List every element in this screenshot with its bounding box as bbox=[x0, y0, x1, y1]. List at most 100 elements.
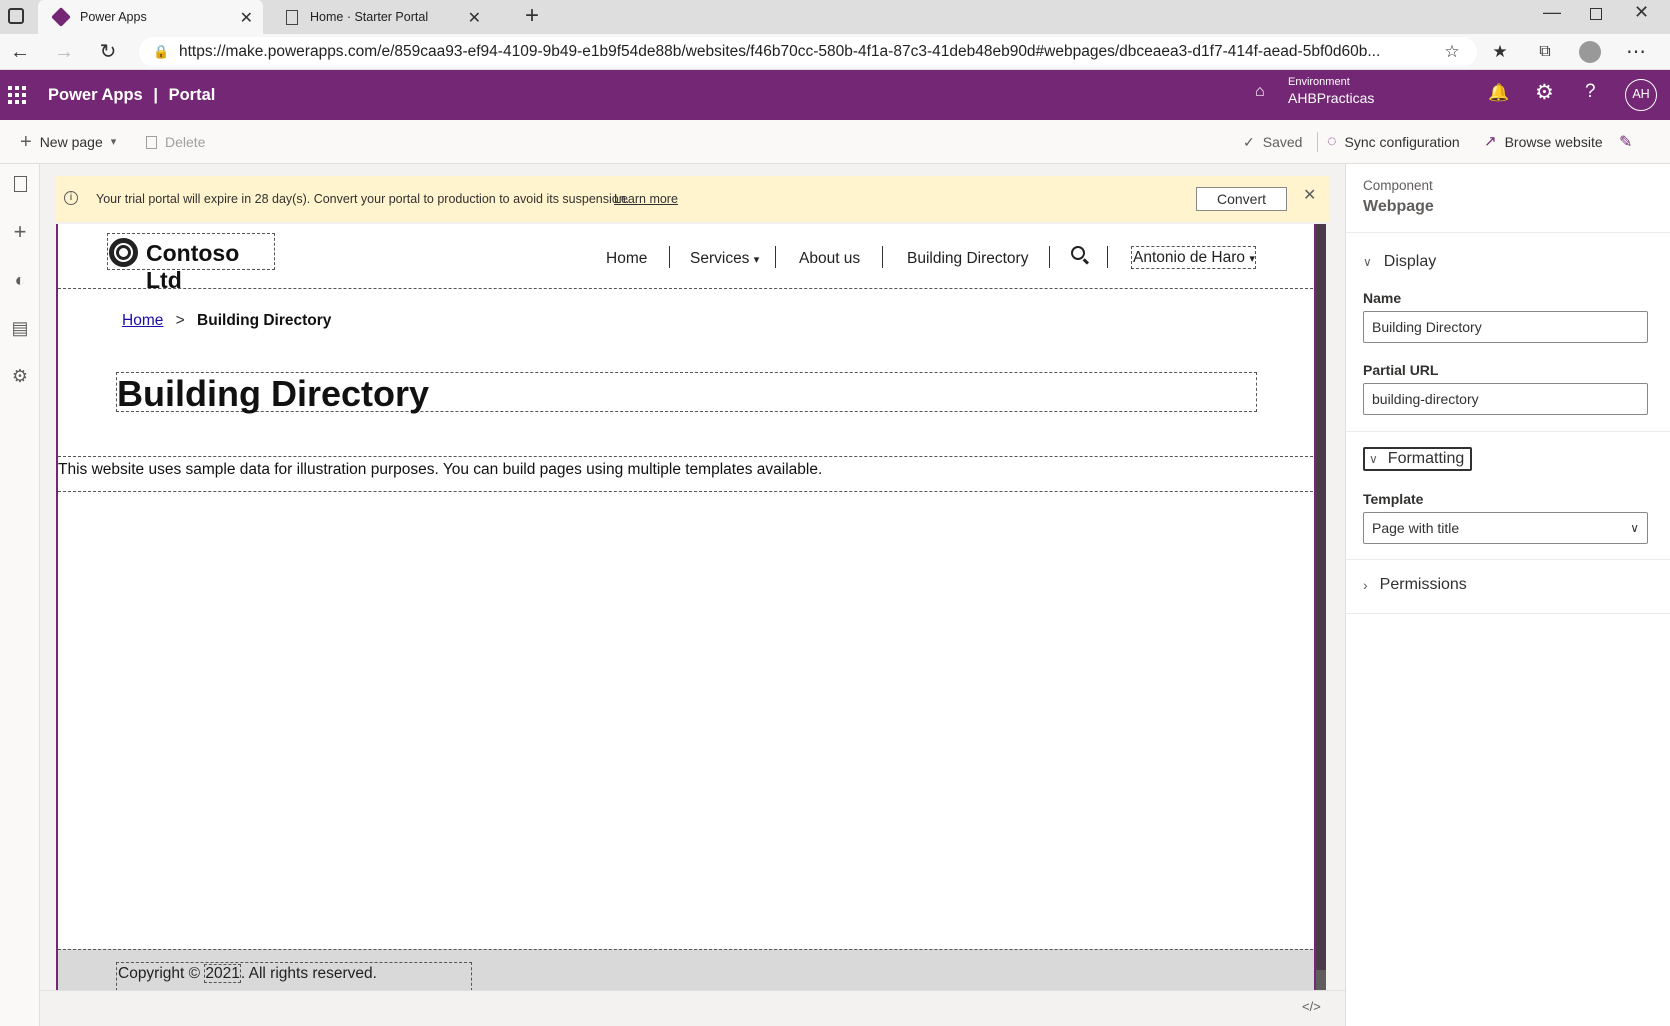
maximize-icon[interactable] bbox=[1590, 8, 1602, 20]
nav-separator bbox=[882, 246, 883, 268]
new-tab-icon[interactable]: + bbox=[525, 2, 539, 30]
info-icon: i bbox=[64, 191, 78, 205]
component-label: Component bbox=[1363, 178, 1433, 193]
forward-icon[interactable]: → bbox=[52, 40, 76, 64]
site-logo[interactable]: Contoso Ltd bbox=[107, 233, 275, 293]
partial-url-field[interactable]: building-directory bbox=[1363, 383, 1648, 415]
favorite-icon[interactable]: ☆ bbox=[1440, 40, 1464, 64]
nav-separator bbox=[669, 246, 670, 268]
delete-button[interactable]: Delete bbox=[146, 120, 205, 164]
caret-down-icon: ▾ bbox=[753, 254, 760, 266]
url-field[interactable]: 🔒 https://make.powerapps.com/e/859caa93-… bbox=[139, 37, 1477, 67]
search-icon-handle bbox=[1082, 258, 1090, 265]
learn-more-link[interactable]: Learn more bbox=[614, 192, 678, 206]
name-field[interactable]: Building Directory bbox=[1363, 311, 1648, 343]
permissions-section-toggle[interactable]: › Permissions bbox=[1363, 576, 1467, 594]
profile-icon[interactable] bbox=[1579, 41, 1601, 63]
site-footer: Copyright © 2021. All rights reserved. bbox=[58, 949, 1314, 990]
app-title[interactable]: Power Apps | Portal bbox=[48, 70, 215, 120]
tab-label: Power Apps bbox=[80, 10, 147, 24]
canvas-bottom-bar: </> bbox=[40, 990, 1345, 1026]
template-select[interactable]: Page with title ∨ bbox=[1363, 512, 1648, 544]
breadcrumb-current: Building Directory bbox=[197, 312, 332, 329]
page-title-box[interactable]: Building Directory bbox=[116, 372, 1257, 414]
browser-tab-power-apps[interactable]: Power Apps ✕ bbox=[38, 0, 263, 34]
display-section-toggle[interactable]: ∨ Display bbox=[1363, 253, 1436, 271]
refresh-icon[interactable]: ↻ bbox=[96, 40, 120, 64]
back-icon[interactable]: ← bbox=[8, 40, 32, 64]
nav-separator bbox=[1049, 246, 1050, 268]
pages-icon[interactable] bbox=[8, 174, 32, 198]
close-window-icon[interactable]: ✕ bbox=[1634, 2, 1649, 23]
browser-tab-starter-portal[interactable]: Home · Starter Portal ✕ bbox=[266, 0, 491, 34]
logo-icon-inner bbox=[116, 245, 131, 260]
permissions-section-label: Permissions bbox=[1379, 576, 1467, 593]
power-apps-icon bbox=[51, 7, 71, 27]
breadcrumb-separator: > bbox=[175, 312, 185, 329]
close-tab-icon[interactable]: ✕ bbox=[240, 8, 253, 28]
browse-label: Browse website bbox=[1504, 134, 1603, 150]
nav-home[interactable]: Home bbox=[606, 250, 647, 268]
code-editor-toggle[interactable]: </> bbox=[1302, 999, 1321, 1014]
design-canvas: i Your trial portal will expire in 28 da… bbox=[40, 164, 1345, 990]
saved-status: ✓ Saved bbox=[1243, 120, 1302, 164]
nav-services-label: Services bbox=[690, 250, 750, 267]
body-text-block[interactable]: This website uses sample data for illust… bbox=[58, 456, 1314, 492]
feedback-icon[interactable]: ✎ bbox=[1619, 132, 1632, 152]
close-tab-icon[interactable]: ✕ bbox=[468, 8, 481, 28]
title-separator: | bbox=[153, 86, 158, 104]
formatting-section-toggle[interactable]: ∨ Formatting bbox=[1363, 447, 1472, 471]
favorites-icon[interactable]: ★ bbox=[1488, 40, 1512, 64]
canvas-scrollbar[interactable] bbox=[1316, 224, 1326, 990]
theme-icon[interactable]: ◐ bbox=[8, 268, 32, 292]
help-icon[interactable]: ? bbox=[1585, 81, 1596, 103]
page-icon bbox=[286, 9, 298, 25]
scrollbar-thumb[interactable] bbox=[1316, 224, 1326, 970]
name-label: Name bbox=[1363, 290, 1402, 306]
sync-configuration-button[interactable]: ◌ Sync configuration bbox=[1327, 120, 1460, 164]
nav-building-directory[interactable]: Building Directory bbox=[907, 250, 1028, 268]
saved-label: Saved bbox=[1262, 134, 1303, 150]
close-banner-icon[interactable]: ✕ bbox=[1303, 185, 1316, 205]
more-icon[interactable]: ⋯ bbox=[1624, 40, 1648, 64]
chevron-down-icon: ▾ bbox=[110, 136, 117, 148]
gear-icon[interactable]: ⚙ bbox=[1535, 80, 1554, 105]
app-launcher-icon[interactable] bbox=[8, 86, 26, 104]
partial-url-label: Partial URL bbox=[1363, 362, 1439, 378]
properties-panel: Component Webpage ∨ Display Name Buildin… bbox=[1345, 164, 1670, 1026]
environment-selector[interactable]: Environment AHBPracticas bbox=[1288, 76, 1374, 106]
bell-icon[interactable]: 🔔 bbox=[1488, 83, 1509, 103]
add-component-icon[interactable]: + bbox=[8, 220, 32, 244]
new-page-label: New page bbox=[39, 134, 103, 150]
app-header: Power Apps | Portal ⌂ Environment AHBPra… bbox=[0, 70, 1670, 120]
nav-services[interactable]: Services ▾ bbox=[690, 250, 759, 268]
page-title: Building Directory bbox=[117, 373, 430, 414]
copyright-block[interactable]: Copyright © 2021. All rights reserved. bbox=[116, 962, 472, 990]
minimize-icon[interactable]: — bbox=[1543, 2, 1561, 23]
templates-icon[interactable]: ▤ bbox=[8, 316, 32, 340]
environment-label: Environment bbox=[1288, 76, 1350, 88]
avatar[interactable]: AH bbox=[1625, 79, 1657, 111]
delete-label: Delete bbox=[165, 134, 206, 150]
url-text: https://make.powerapps.com/e/859caa93-ef… bbox=[179, 43, 1381, 60]
convert-button[interactable]: Convert bbox=[1196, 187, 1287, 211]
sync-icon: ◌ bbox=[1327, 133, 1337, 150]
command-bar: + New page ▾ Delete ✓ Saved ◌ Sync confi… bbox=[0, 120, 1670, 164]
tab-actions-icon[interactable] bbox=[8, 8, 24, 24]
left-tool-rail: + ◐ ▤ ⚙ bbox=[0, 164, 40, 1026]
avatar-initials: AH bbox=[1632, 87, 1650, 101]
header-divider bbox=[58, 288, 1314, 289]
trial-banner: i Your trial portal will expire in 28 da… bbox=[56, 176, 1329, 222]
collections-icon[interactable]: ⧉ bbox=[1533, 40, 1557, 64]
nav-about-us[interactable]: About us bbox=[799, 250, 860, 268]
environment-name: AHBPracticas bbox=[1288, 90, 1375, 106]
trash-icon bbox=[146, 135, 157, 149]
search-icon[interactable] bbox=[1071, 246, 1085, 260]
new-page-button[interactable]: + New page ▾ bbox=[20, 120, 116, 164]
browse-website-button[interactable]: ↗ Browse website bbox=[1484, 120, 1603, 164]
browse-icon: ↗ bbox=[1484, 133, 1497, 150]
browser-tab-bar: Power Apps ✕ Home · Starter Portal ✕ + —… bbox=[0, 0, 1670, 34]
user-menu[interactable]: Antonio de Haro ▾ bbox=[1131, 246, 1256, 269]
settings-icon[interactable]: ⚙ bbox=[8, 364, 32, 388]
breadcrumb-home[interactable]: Home bbox=[122, 312, 163, 329]
